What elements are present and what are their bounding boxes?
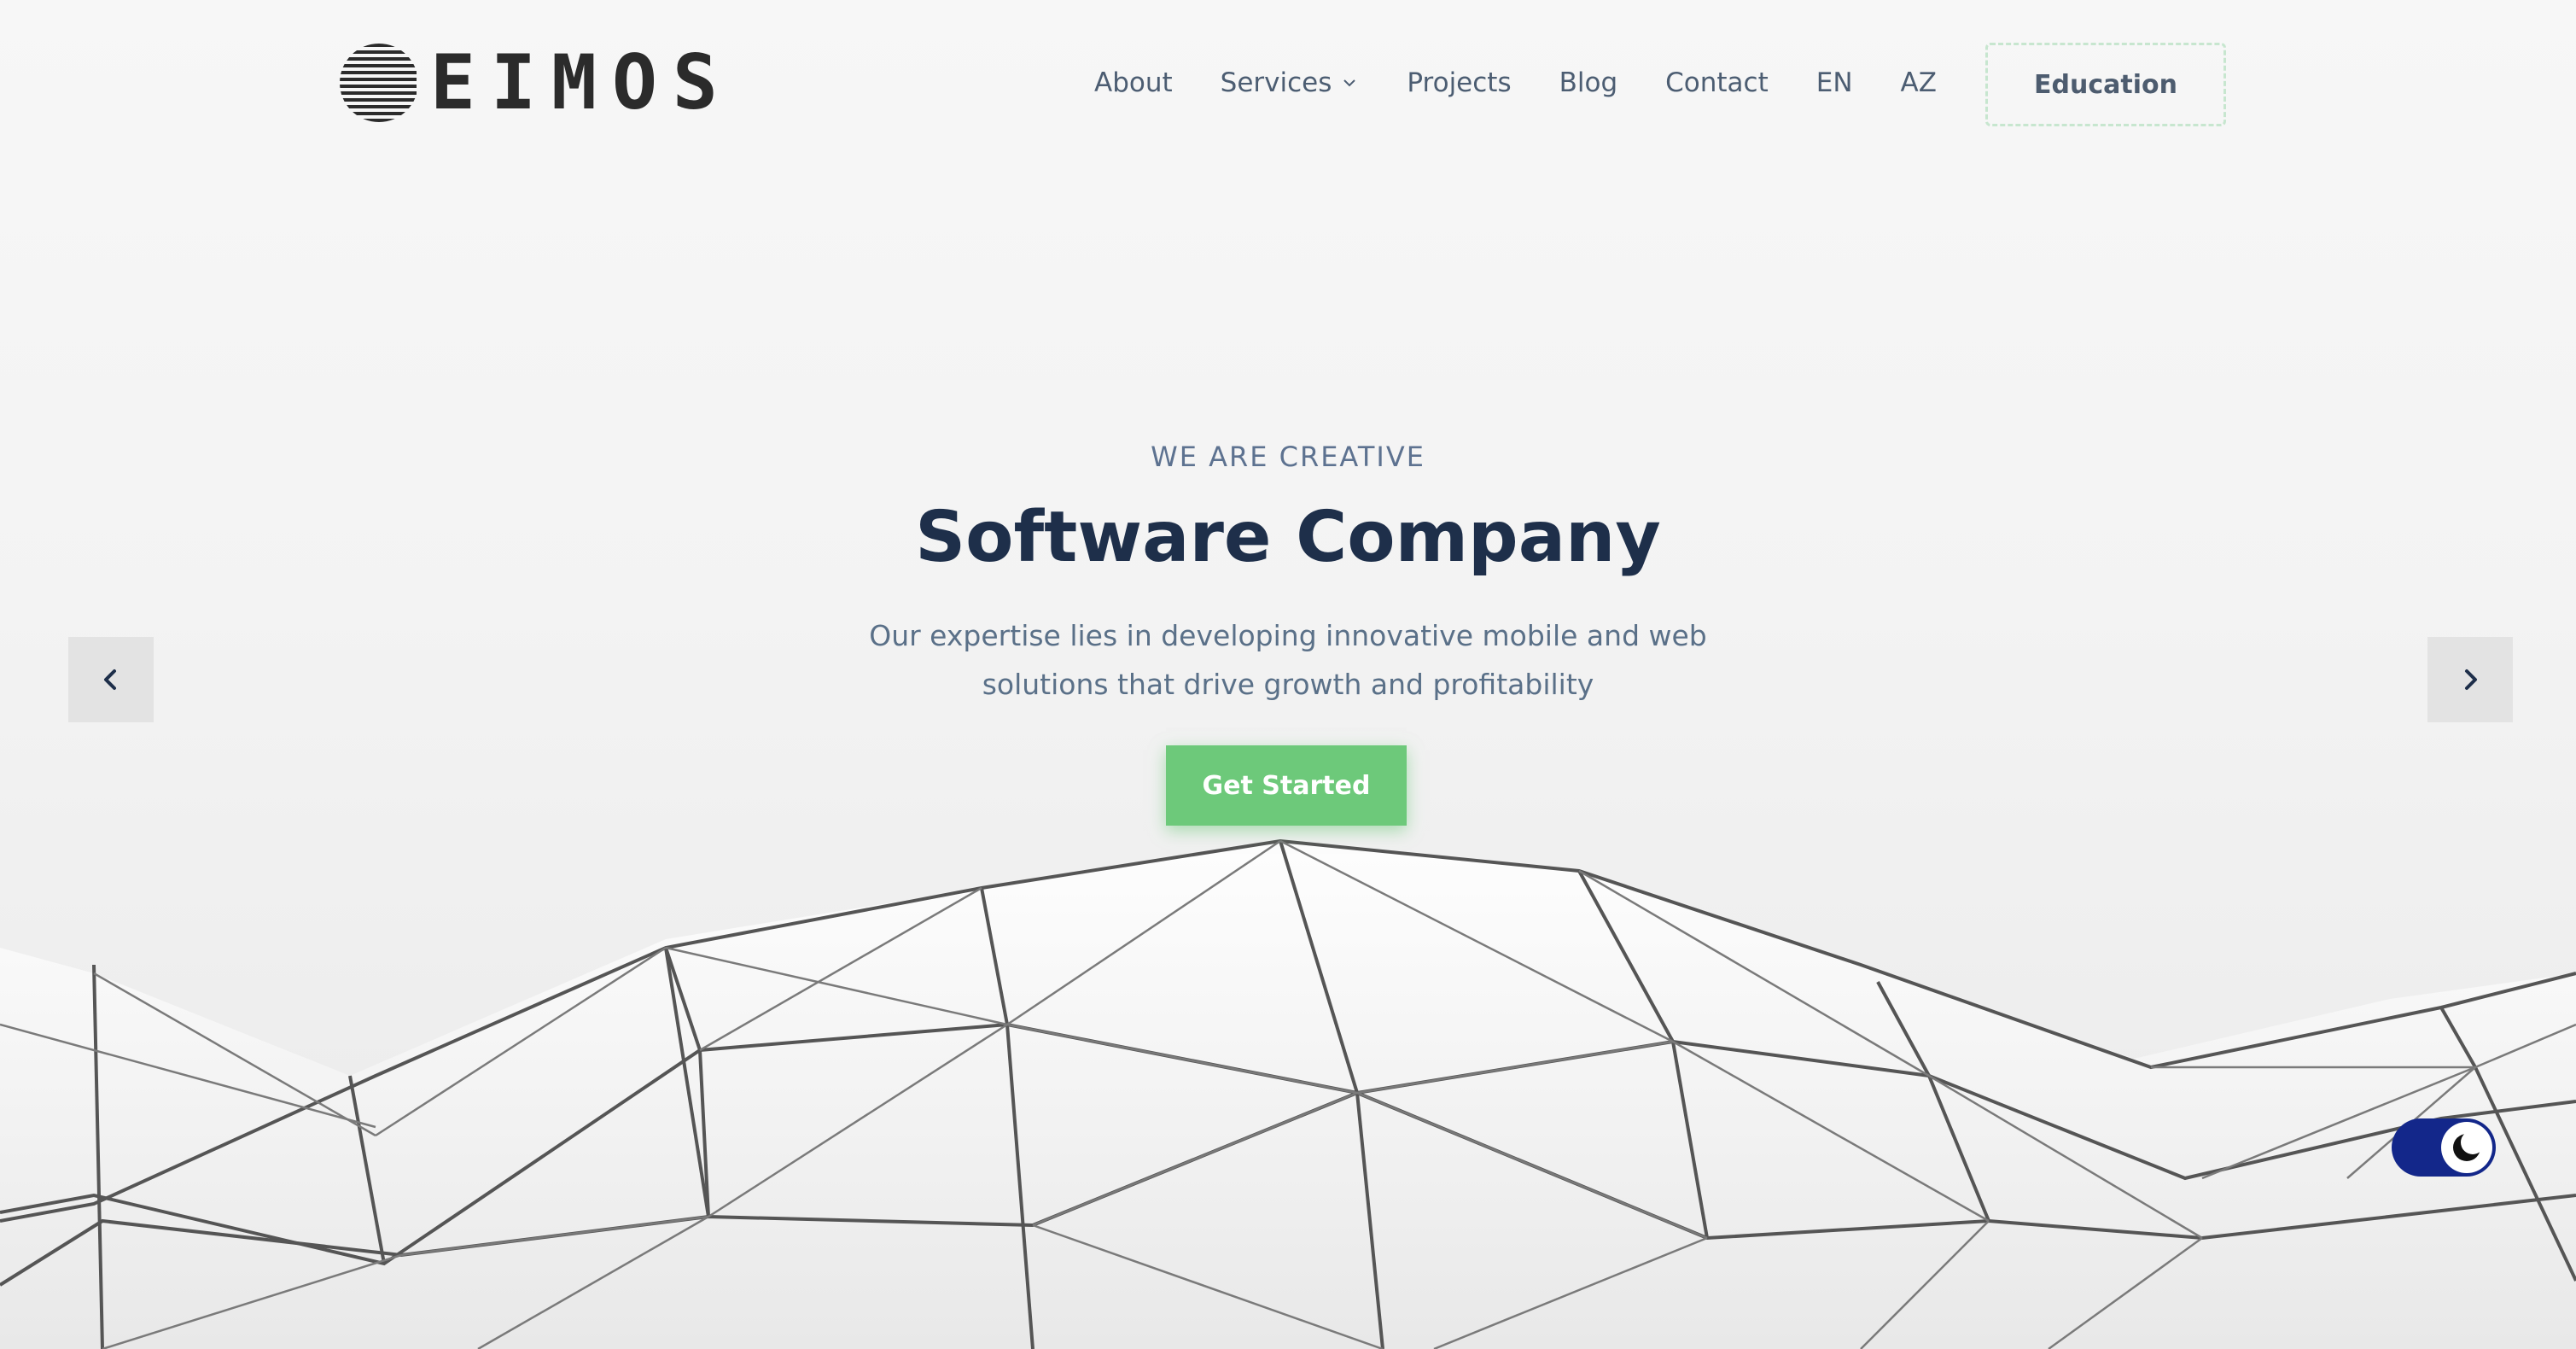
logo-sphere-icon	[340, 44, 417, 122]
slider-next-button[interactable]	[2427, 637, 2513, 722]
lang-az[interactable]: AZ	[1901, 67, 1937, 98]
hero-description-line-1: Our expertise lies in developing innovat…	[869, 619, 1707, 652]
nav-contact[interactable]: Contact	[1665, 67, 1769, 98]
brand-logo[interactable]: EIMOS	[340, 34, 733, 131]
nav-services[interactable]: Services	[1221, 67, 1360, 98]
theme-toggle-knob	[2441, 1122, 2492, 1173]
page: EIMOS About Services Projects Blog Conta…	[0, 0, 2576, 1349]
hero-description: Our expertise lies in developing innovat…	[854, 611, 1722, 709]
chevron-down-icon	[1343, 79, 1356, 87]
main-nav: About Services Projects Blog Contact EN …	[1094, 55, 1937, 111]
theme-toggle[interactable]	[2392, 1118, 2496, 1177]
chevron-left-icon	[104, 669, 116, 690]
education-button[interactable]: Education	[1985, 43, 2226, 126]
slider-prev-button[interactable]	[68, 637, 154, 722]
lang-en[interactable]: EN	[1816, 67, 1853, 98]
nav-projects[interactable]: Projects	[1407, 67, 1511, 98]
hero-title: Software Company	[915, 497, 1661, 578]
nav-blog[interactable]: Blog	[1559, 67, 1618, 98]
chevron-right-icon	[2465, 669, 2477, 690]
logo-wordmark: EIMOS	[430, 38, 733, 126]
nav-about[interactable]: About	[1094, 67, 1173, 98]
hero-description-line-2: solutions that drive growth and profitab…	[982, 668, 1594, 701]
moon-icon	[2453, 1130, 2485, 1161]
get-started-button[interactable]: Get Started	[1166, 745, 1407, 826]
hero-eyebrow: WE ARE CREATIVE	[1151, 441, 1425, 473]
nav-services-label: Services	[1220, 67, 1332, 98]
